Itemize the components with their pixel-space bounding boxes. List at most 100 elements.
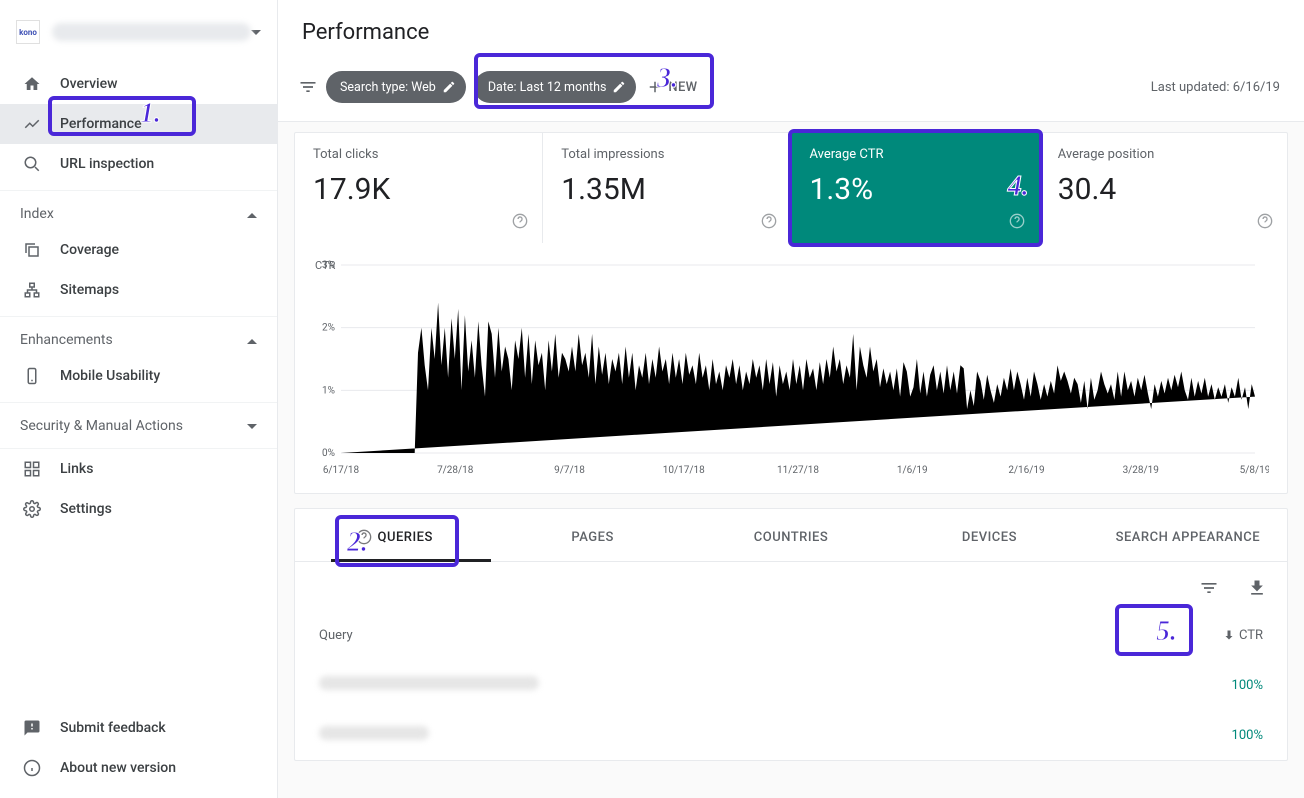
property-selector[interactable]: kono bbox=[0, 0, 277, 64]
column-header-label: CTR bbox=[1239, 628, 1263, 643]
table-toolbar bbox=[295, 562, 1287, 610]
gear-icon bbox=[20, 500, 44, 518]
metric-label: Total impressions bbox=[561, 147, 772, 162]
property-url-blurred bbox=[52, 23, 251, 41]
svg-text:3%: 3% bbox=[322, 260, 335, 271]
help-icon[interactable] bbox=[1009, 213, 1025, 233]
chip-label: Date: Last 12 months bbox=[488, 80, 607, 95]
metric-value: 17.9K bbox=[313, 172, 524, 207]
filter-list-icon[interactable] bbox=[1199, 578, 1219, 602]
metric-cards: Total clicks 17.9K Total impressions 1.3… bbox=[295, 133, 1287, 243]
copy-icon bbox=[20, 241, 44, 259]
filter-icon[interactable] bbox=[298, 77, 318, 97]
svg-text:9/7/18: 9/7/18 bbox=[554, 465, 585, 476]
table-row[interactable]: 100% bbox=[295, 710, 1287, 760]
property-favicon: kono bbox=[16, 20, 40, 44]
svg-text:2/16/19: 2/16/19 bbox=[1008, 465, 1044, 476]
ctr-cell: 100% bbox=[1183, 678, 1263, 693]
tab-pages[interactable]: PAGES bbox=[493, 509, 691, 561]
svg-text:1/6/19: 1/6/19 bbox=[897, 465, 928, 476]
download-icon[interactable] bbox=[1247, 578, 1267, 602]
chip-label: Search type: Web bbox=[340, 80, 436, 95]
chevron-down-icon bbox=[247, 418, 257, 434]
table-row[interactable]: 100% bbox=[295, 660, 1287, 710]
phone-icon bbox=[20, 367, 44, 385]
new-label: NEW bbox=[668, 80, 697, 95]
feedback-icon bbox=[20, 719, 44, 737]
sidebar-item-url-inspection[interactable]: URL inspection bbox=[0, 144, 277, 184]
sidebar-item-label: Coverage bbox=[60, 242, 119, 258]
table-header-row: Query CTR bbox=[295, 610, 1287, 660]
sidebar-item-label: Settings bbox=[60, 501, 112, 517]
tab-label: DEVICES bbox=[962, 530, 1017, 545]
chip-date[interactable]: Date: Last 12 months bbox=[474, 71, 637, 103]
ctr-line-chart: CTR0%1%2%3%6/17/187/28/189/7/1810/17/181… bbox=[301, 259, 1269, 479]
sidebar-item-label: Performance bbox=[60, 116, 142, 132]
main-content: Performance Search type: Web Date: Last … bbox=[278, 0, 1304, 798]
info-icon bbox=[20, 759, 44, 777]
section-enhancements[interactable]: Enhancements bbox=[0, 316, 277, 356]
trending-up-icon bbox=[20, 115, 44, 133]
svg-text:3/28/19: 3/28/19 bbox=[1123, 465, 1159, 476]
metric-value: 30.4 bbox=[1058, 172, 1269, 207]
search-icon bbox=[20, 155, 44, 173]
svg-text:11/27/18: 11/27/18 bbox=[777, 465, 819, 476]
column-header-ctr[interactable]: CTR bbox=[1183, 628, 1263, 643]
section-label: Security & Manual Actions bbox=[20, 418, 183, 434]
sitemap-icon bbox=[20, 281, 44, 299]
tab-queries[interactable]: QUERIES bbox=[295, 509, 493, 561]
arrow-down-icon bbox=[1223, 629, 1235, 641]
metric-value: 1.35M bbox=[561, 172, 772, 207]
sidebar-item-coverage[interactable]: Coverage bbox=[0, 230, 277, 270]
add-filter-button[interactable]: NEW bbox=[646, 78, 697, 96]
tabs: QUERIES PAGES COUNTRIES DEVICES SEARCH A… bbox=[295, 509, 1287, 562]
section-index[interactable]: Index bbox=[0, 190, 277, 230]
metric-total-impressions[interactable]: Total impressions 1.35M bbox=[543, 133, 791, 243]
metric-total-clicks[interactable]: Total clicks 17.9K bbox=[295, 133, 543, 243]
sidebar-item-label: Sitemaps bbox=[60, 282, 119, 298]
last-updated: Last updated: 6/16/19 bbox=[1151, 80, 1288, 95]
svg-text:1%: 1% bbox=[322, 385, 335, 396]
column-header-query[interactable]: Query bbox=[319, 628, 1183, 643]
ctr-cell: 100% bbox=[1183, 728, 1263, 743]
sidebar-item-label: Links bbox=[60, 461, 93, 477]
sidebar-item-sitemaps[interactable]: Sitemaps bbox=[0, 270, 277, 310]
tab-search-appearance[interactable]: SEARCH APPEARANCE bbox=[1089, 509, 1287, 561]
query-blurred bbox=[319, 676, 539, 690]
sidebar-item-settings[interactable]: Settings bbox=[0, 489, 277, 529]
metric-average-ctr[interactable]: Average CTR 1.3% 4. bbox=[792, 133, 1040, 243]
metric-average-position[interactable]: Average position 30.4 bbox=[1040, 133, 1287, 243]
sidebar-item-performance[interactable]: Performance bbox=[0, 104, 277, 144]
sidebar-item-about[interactable]: About new version bbox=[0, 748, 277, 788]
tab-countries[interactable]: COUNTRIES bbox=[692, 509, 890, 561]
edit-icon bbox=[612, 80, 626, 94]
svg-text:0%: 0% bbox=[322, 448, 335, 459]
section-security[interactable]: Security & Manual Actions bbox=[0, 402, 277, 442]
help-icon[interactable] bbox=[761, 213, 777, 233]
plus-icon bbox=[646, 78, 664, 96]
metric-value: 1.3% bbox=[810, 172, 1021, 207]
filter-row: Search type: Web Date: Last 12 months NE… bbox=[278, 63, 1304, 122]
page-title: Performance bbox=[278, 0, 1304, 63]
sidebar-item-mobile-usability[interactable]: Mobile Usability bbox=[0, 356, 277, 396]
home-icon bbox=[20, 75, 44, 93]
sidebar-item-label: About new version bbox=[60, 760, 176, 776]
sidebar-item-links[interactable]: Links bbox=[0, 449, 277, 489]
help-icon[interactable] bbox=[1257, 213, 1273, 233]
svg-text:7/28/18: 7/28/18 bbox=[437, 465, 474, 476]
tab-underline bbox=[331, 559, 491, 562]
tab-label: QUERIES bbox=[378, 530, 433, 545]
section-label: Enhancements bbox=[20, 332, 113, 348]
links-icon bbox=[20, 460, 44, 478]
sidebar-item-label: Overview bbox=[60, 76, 117, 92]
edit-icon bbox=[442, 80, 456, 94]
sidebar-item-feedback[interactable]: Submit feedback bbox=[0, 708, 277, 748]
svg-text:5/8/19: 5/8/19 bbox=[1240, 465, 1269, 476]
tab-devices[interactable]: DEVICES bbox=[890, 509, 1088, 561]
query-blurred bbox=[319, 726, 429, 740]
chip-search-type[interactable]: Search type: Web bbox=[326, 71, 466, 103]
help-icon[interactable] bbox=[512, 213, 528, 233]
metric-label: Average CTR bbox=[810, 147, 1021, 162]
tab-label: SEARCH APPEARANCE bbox=[1116, 530, 1261, 545]
sidebar-item-overview[interactable]: Overview bbox=[0, 64, 277, 104]
